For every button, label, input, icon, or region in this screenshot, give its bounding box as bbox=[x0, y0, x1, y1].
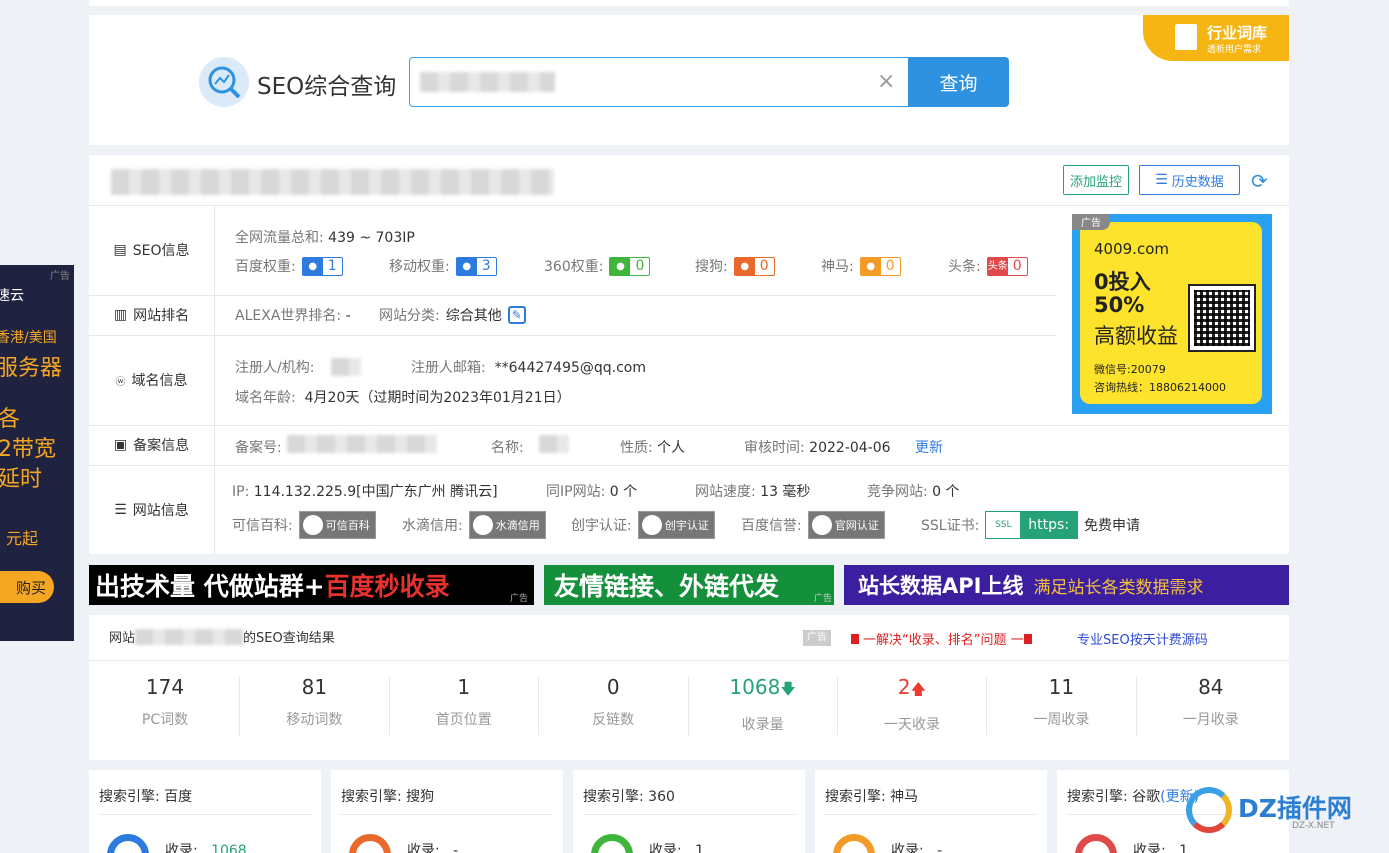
cert-0: 可信百科: 可信百科 bbox=[232, 511, 376, 539]
trend-arrow-icon: 🡇 bbox=[780, 680, 796, 698]
seo-logo-icon bbox=[199, 57, 249, 107]
weight-0: 百度权重: ● 1 bbox=[235, 256, 343, 276]
qr-code-icon bbox=[1188, 284, 1256, 352]
row-seo: ▤ SEO信息 bbox=[89, 205, 215, 295]
search-input[interactable] bbox=[409, 57, 909, 107]
cert-1: 水滴信用: 水滴信用 bbox=[402, 511, 546, 539]
mobile-paw-icon: ● bbox=[456, 257, 477, 275]
buy-button[interactable]: 购买 bbox=[0, 571, 54, 603]
site-domain-blurred bbox=[111, 169, 554, 195]
industry-words-ribbon[interactable]: 行业词库 透析用户需求 bbox=[1143, 15, 1289, 61]
weight-badge[interactable]: ● 0 bbox=[859, 256, 901, 276]
cert-badge[interactable]: 创宇认证 bbox=[637, 511, 715, 539]
cert-badge[interactable]: 水滴信用 bbox=[468, 511, 546, 539]
weight-badge[interactable]: ● 1 bbox=[301, 256, 343, 276]
weight-1: 移动权重: ● 3 bbox=[389, 256, 497, 276]
360-icon: ● bbox=[610, 257, 631, 275]
history-icon: ☰ bbox=[1155, 172, 1168, 188]
engine-card-1: 搜索引擎: 搜狗 收录: - bbox=[331, 770, 563, 853]
weight-2: 360权重: ● 0 bbox=[544, 256, 651, 276]
clear-icon[interactable]: × bbox=[877, 69, 895, 94]
360-icon bbox=[591, 834, 633, 853]
trend-arrow-icon: 🡅 bbox=[910, 680, 927, 698]
refresh-icon[interactable]: ⟳ bbox=[1251, 169, 1268, 193]
banner-2[interactable]: 友情链接、外链代发 广告 bbox=[544, 565, 834, 605]
row-beian: ▣ 备案信息 bbox=[89, 425, 215, 465]
right-ad[interactable]: 广告 4009.com 0投入 50% 高额收益 微信号:20079 咨询热线：… bbox=[1072, 214, 1272, 414]
weight-badge[interactable]: ● 3 bbox=[455, 256, 497, 276]
promo-link-2[interactable]: 专业SEO按天计费源码 bbox=[1077, 629, 1208, 648]
stat-2[interactable]: 1 首页位置 bbox=[390, 675, 538, 729]
cert-2: 创宇认证: 创宇认证 bbox=[571, 511, 715, 539]
stat-0[interactable]: 174 PC词数 bbox=[91, 675, 239, 729]
promo-link-1[interactable]: 一解决“收录、排名”问题 一 bbox=[851, 629, 1032, 648]
dz-watermark: DZ插件网 DZ-X.NET bbox=[1186, 785, 1386, 835]
stat-1[interactable]: 81 移动词数 bbox=[240, 675, 388, 729]
shenma-icon bbox=[833, 834, 875, 853]
bar-chart-icon: ▥ bbox=[113, 307, 128, 323]
baidu-verify-icon bbox=[811, 515, 832, 535]
search-card: SEO综合查询 × 查询 行业词库 透析用户需求 bbox=[89, 15, 1289, 145]
toutiao-icon: 头条 bbox=[987, 257, 1008, 275]
stat-6[interactable]: 11 一周收录 bbox=[987, 675, 1135, 729]
history-data-button[interactable]: ☰ 历史数据 bbox=[1139, 165, 1240, 195]
banner-3[interactable]: 站长数据API上线 满足站长各类数据需求 bbox=[844, 565, 1289, 605]
ssl-badge[interactable]: SSL https: bbox=[985, 511, 1079, 539]
search-button[interactable]: 查询 bbox=[908, 57, 1009, 107]
cert-badge[interactable]: 可信百科 bbox=[298, 511, 376, 539]
stat-7[interactable]: 84 一月收录 bbox=[1137, 675, 1285, 729]
row-rank: ▥ 网站排名 bbox=[89, 295, 215, 335]
engine-card-3: 搜索引擎: 神马 收录: - bbox=[815, 770, 1047, 853]
weight-3: 搜狗: ● 0 bbox=[695, 256, 775, 276]
engine-card-2: 搜索引擎: 360 收录: 1 bbox=[573, 770, 805, 853]
ssl-free-link[interactable]: 免费申请 bbox=[1084, 515, 1140, 535]
cert-3: 百度信誉: 官网认证 bbox=[741, 511, 885, 539]
kexin-icon bbox=[302, 515, 323, 535]
chuangyu-icon bbox=[641, 515, 662, 535]
sogou-icon: ● bbox=[734, 257, 755, 275]
ssl-icon: SSL bbox=[986, 512, 1021, 538]
shenma-icon: ● bbox=[860, 257, 881, 275]
row-domain: ⓦ 域名信息 bbox=[89, 335, 215, 425]
edit-icon[interactable]: ✎ bbox=[507, 306, 526, 324]
www-icon: ⓦ bbox=[115, 376, 126, 388]
shuidi-icon bbox=[472, 515, 493, 535]
engine-card-0: 搜索引擎: 百度 收录: 1068 bbox=[89, 770, 321, 853]
left-ad[interactable]: 广告 速云 香港/美国 服务器 各 2带宽 延时 元起 购买 bbox=[0, 265, 74, 641]
page-title: SEO综合查询 bbox=[257, 74, 397, 100]
weight-4: 神马: ● 0 bbox=[821, 256, 901, 276]
doc-icon: ▤ bbox=[113, 242, 127, 258]
cert-badge[interactable]: 官网认证 bbox=[807, 511, 885, 539]
update-link[interactable]: 更新 bbox=[915, 437, 943, 457]
list-icon: ☰ bbox=[114, 501, 127, 518]
baidu-icon bbox=[107, 834, 149, 853]
baidu-paw-icon: ● bbox=[302, 257, 323, 275]
weight-5: 头条: 头条 0 bbox=[948, 256, 1028, 276]
book-icon bbox=[1175, 24, 1197, 50]
google-icon bbox=[1075, 834, 1117, 853]
banner-1[interactable]: 出技术量 代做站群+ 百度秒收录 广告 bbox=[89, 565, 534, 605]
add-monitor-button[interactable]: 添加监控 bbox=[1063, 165, 1129, 195]
stat-3[interactable]: 0 反链数 bbox=[539, 675, 687, 729]
stat-5[interactable]: 2🡅 一天收录 bbox=[838, 675, 986, 734]
weight-badge[interactable]: ● 0 bbox=[733, 256, 775, 276]
site-info-card: 添加监控 ☰ 历史数据 ⟳ ▤ SEO信息 全网流量总和: 439 ~ 703IP … bbox=[89, 155, 1289, 554]
weight-badge[interactable]: ● 0 bbox=[609, 256, 651, 276]
results-card: 网站 的SEO查询结果 广告 一解决“收录、排名”问题 一 专业SEO按天计费源… bbox=[89, 615, 1289, 760]
dz-logo-icon bbox=[1186, 787, 1232, 833]
row-netinfo: ☰ 网站信息 bbox=[89, 465, 215, 554]
record-icon: ▣ bbox=[113, 437, 128, 453]
weight-badge[interactable]: 头条 0 bbox=[986, 256, 1028, 276]
stat-4[interactable]: 1068🡇 收录量 bbox=[689, 675, 837, 734]
sogou-icon bbox=[349, 834, 391, 853]
